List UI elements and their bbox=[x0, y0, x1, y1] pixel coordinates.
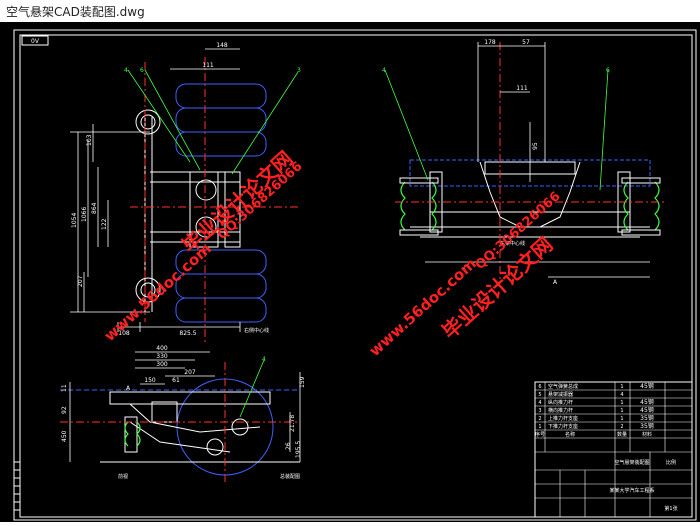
part-material: 35钢 bbox=[640, 414, 654, 422]
dim-side-207: 207 bbox=[184, 369, 196, 376]
view-tag: 0V bbox=[31, 38, 40, 45]
parts-row-6: 6 空气弹簧总成 1 45钢 bbox=[538, 382, 653, 390]
drawing-name: 空气悬架装配图 bbox=[614, 459, 649, 466]
dim-front-111: 111 bbox=[516, 85, 528, 92]
dim-front-95: 95 bbox=[532, 142, 539, 150]
dim-side-11: 11 bbox=[61, 384, 68, 392]
dim-top-1066: 1066 bbox=[81, 207, 88, 222]
callout-leaders-side bbox=[239, 359, 265, 418]
dim-side-1955: 195.5 bbox=[295, 441, 302, 458]
dim-front-178: 178 bbox=[484, 39, 496, 46]
dim-side-400: 400 bbox=[156, 345, 168, 352]
header-no: 序号 bbox=[535, 431, 545, 438]
label-top-view: 右侧中心线 bbox=[244, 327, 269, 334]
parts-row-3: 3 横向推力杆 1 45钢 bbox=[538, 406, 653, 414]
dim-top-148: 148 bbox=[216, 42, 228, 49]
parts-header: 序号 名称 数量 材料 bbox=[535, 431, 652, 438]
part-qty: 1 bbox=[620, 384, 623, 390]
part-qty: 2 bbox=[620, 424, 623, 430]
part-name: 横向推力杆 bbox=[548, 407, 573, 414]
parts-row-1: 1 下推力杆支座 2 35钢 bbox=[538, 422, 653, 430]
dim-top-122: 122 bbox=[101, 218, 108, 230]
drawing-frame bbox=[13, 29, 697, 521]
dim-top-864: 864 bbox=[91, 202, 98, 214]
part-qty: 1 bbox=[620, 416, 623, 422]
parts-row-5: 5 悬架减振器 4 bbox=[538, 391, 623, 398]
section-a-front: A bbox=[553, 279, 558, 286]
parts-row-2: 2 上推力杆支座 1 35钢 bbox=[538, 414, 653, 422]
scale-label: 比例 bbox=[666, 459, 676, 466]
sheet-label: 第1张 bbox=[664, 505, 677, 512]
section-a-side: A bbox=[126, 385, 131, 392]
dim-front-57: 57 bbox=[522, 39, 530, 46]
label-side-right: 总装配图 bbox=[280, 473, 300, 480]
part-material: 45钢 bbox=[640, 406, 654, 414]
part-no: 3 bbox=[538, 408, 541, 414]
dim-side-150: 150 bbox=[144, 377, 156, 384]
header-name: 名称 bbox=[565, 431, 575, 438]
parts-row-4: 4 纵向推力杆 1 45钢 bbox=[538, 398, 653, 406]
callout-3-top: 3 bbox=[297, 67, 301, 74]
watermark-url-left: www.56doc.com bbox=[101, 239, 215, 344]
dim-side-61: 61 bbox=[172, 377, 180, 384]
header-qty: 数量 bbox=[617, 431, 627, 438]
part-qty: 1 bbox=[620, 400, 623, 406]
drawing-canvas[interactable]: 0V 148 111 103 1054 1066 864 122 207 108… bbox=[0, 22, 700, 522]
dim-side-26: 26 bbox=[285, 442, 292, 450]
dim-side-2178: 21.78 bbox=[289, 415, 296, 432]
side-structure bbox=[100, 391, 300, 463]
callout-4-side: 4 bbox=[262, 356, 266, 363]
window-title: 空气悬架CAD装配图.dwg bbox=[6, 5, 145, 19]
callout-6-top: 6 bbox=[140, 67, 144, 74]
header-material: 材料 bbox=[642, 431, 652, 438]
dim-side-92: 92 bbox=[61, 406, 68, 414]
part-material: 45钢 bbox=[640, 398, 654, 406]
part-material: 45钢 bbox=[640, 382, 654, 390]
dim-top-1054: 1054 bbox=[71, 213, 78, 228]
parts-list: 6 空气弹簧总成 1 45钢 5 悬架减振器 4 4 纵向推力杆 1 45钢 3… bbox=[535, 382, 654, 438]
side-view: 400 330 300 207 150 61 11 92 450 A 159 2… bbox=[60, 345, 306, 482]
callout-6-front: 6 bbox=[606, 67, 610, 74]
part-qty: 4 bbox=[620, 392, 623, 398]
callout-4-top: 4 bbox=[124, 67, 128, 74]
watermarks: 毕业设计论文网 www.56doc.com QQ:306826066 毕业设计论… bbox=[101, 146, 564, 360]
wheel-outline-side bbox=[60, 378, 300, 476]
part-no: 2 bbox=[538, 416, 541, 422]
part-no: 6 bbox=[538, 384, 541, 390]
dim-top-825: 825.5 bbox=[179, 330, 196, 337]
part-no: 4 bbox=[538, 400, 541, 406]
drawing-border bbox=[19, 34, 693, 518]
part-name: 空气弹簧总成 bbox=[548, 383, 578, 390]
side-air-spring bbox=[124, 421, 141, 447]
title-block: 6 空气弹簧总成 1 45钢 5 悬架减振器 4 4 纵向推力杆 1 45钢 3… bbox=[534, 381, 693, 518]
callout-4-front: 4 bbox=[382, 67, 386, 74]
cad-drawing[interactable]: 0V 148 111 103 1054 1066 864 122 207 108… bbox=[0, 22, 700, 522]
watermark-text-left: 毕业设计论文网 bbox=[177, 146, 297, 258]
dim-top-103: 103 bbox=[86, 134, 93, 146]
part-no: 1 bbox=[538, 424, 541, 430]
centre-lines-side bbox=[60, 362, 300, 482]
part-qty: 1 bbox=[620, 408, 623, 414]
dim-side-300: 300 bbox=[156, 361, 168, 368]
dim-side-159: 159 bbox=[299, 376, 306, 388]
window-titlebar: 空气悬架CAD装配图.dwg bbox=[0, 0, 700, 23]
dim-side-450: 450 bbox=[61, 430, 68, 442]
part-material: 35钢 bbox=[640, 422, 654, 430]
part-name: 下推力杆支座 bbox=[548, 423, 578, 430]
part-name: 上推力杆支座 bbox=[548, 415, 578, 422]
part-name: 纵向推力杆 bbox=[548, 399, 573, 406]
label-side-left: 前视 bbox=[118, 473, 128, 480]
edge-ticks bbox=[14, 461, 20, 511]
part-no: 5 bbox=[538, 392, 541, 398]
dim-top-111: 111 bbox=[202, 62, 214, 69]
dim-top-207: 207 bbox=[77, 275, 84, 287]
company-name: 某某大学汽车工程系 bbox=[609, 487, 654, 494]
part-name: 悬架减振器 bbox=[548, 391, 573, 398]
dim-side-330: 330 bbox=[156, 353, 168, 360]
